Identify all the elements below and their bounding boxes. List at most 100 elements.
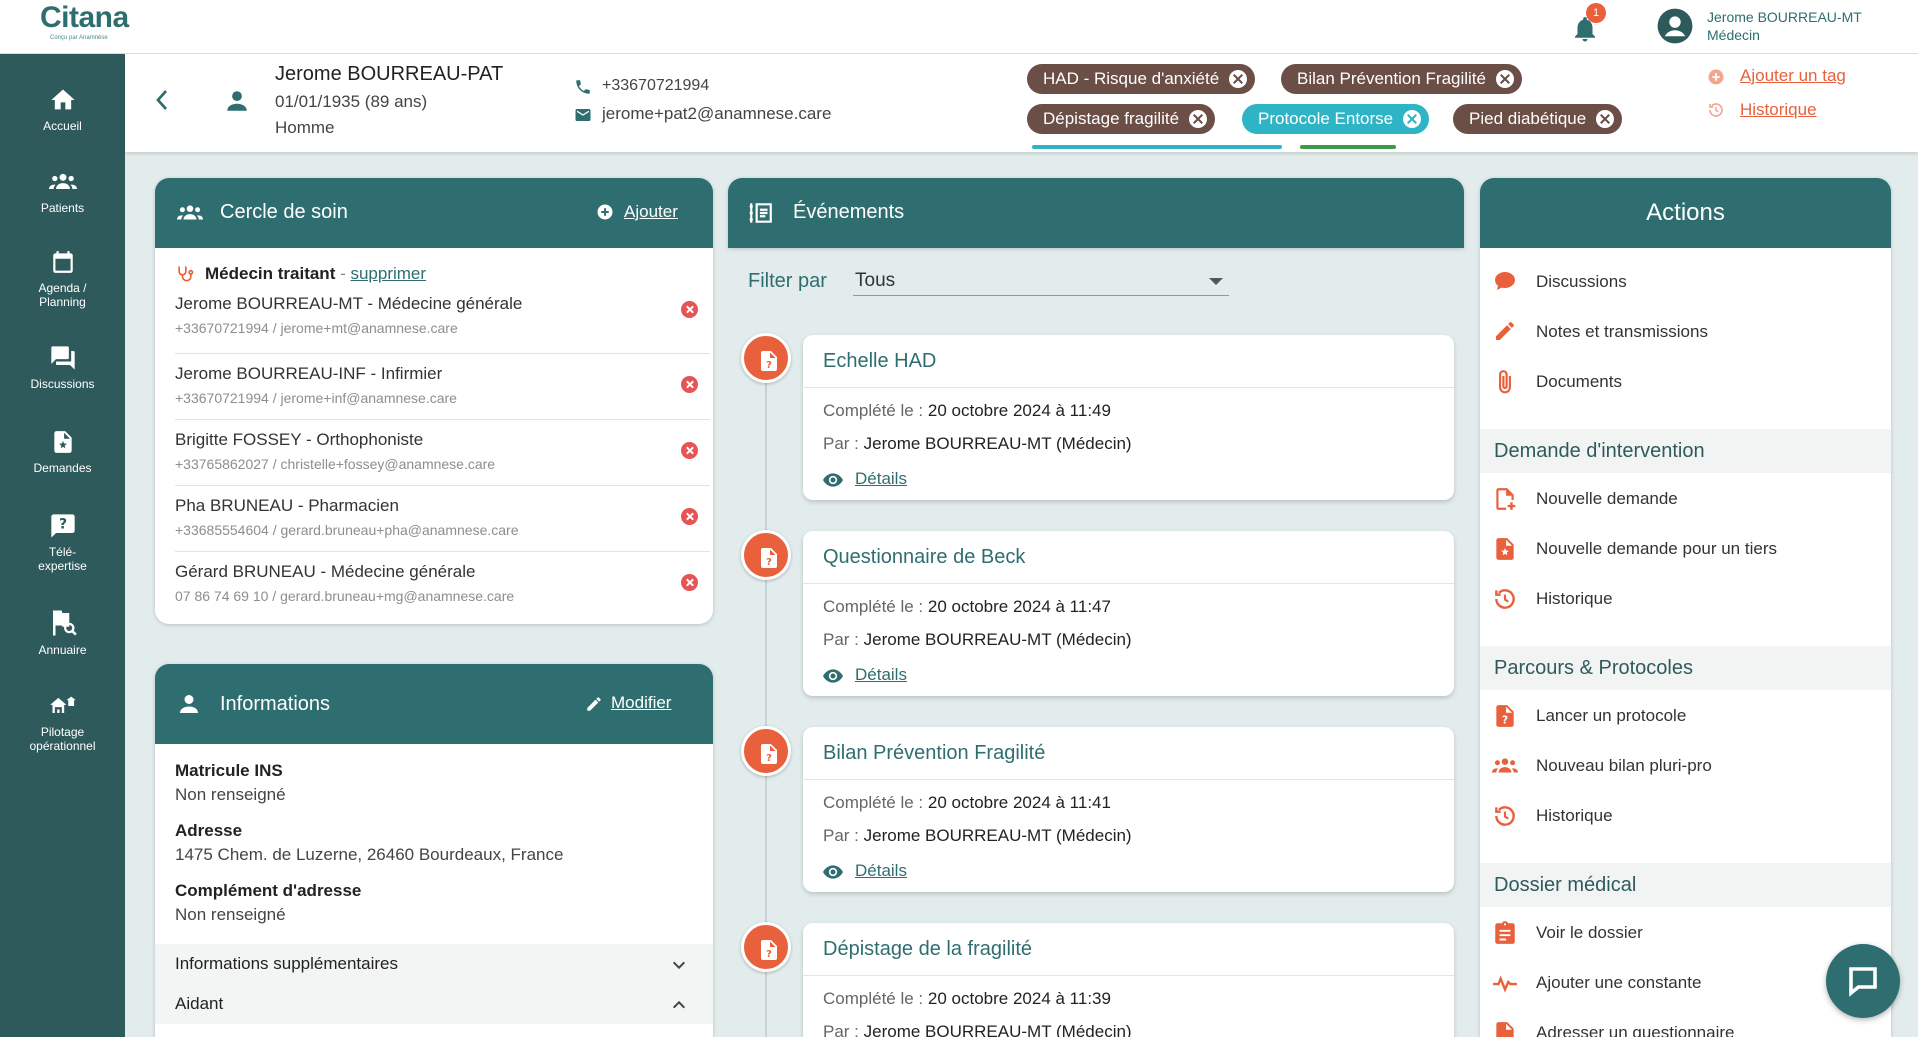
action-label: Voir le dossier <box>1536 923 1643 942</box>
sidebar-item-agenda[interactable]: Agenda / Planning <box>0 248 125 309</box>
sidebar-item-demandes[interactable]: Demandes <box>0 428 125 475</box>
add-care-member-link[interactable]: Ajouter <box>624 202 678 222</box>
care-member-row: Gérard BRUNEAU - Médecine générale 07 86… <box>175 552 710 618</box>
accordion-aidant[interactable]: Aidant <box>155 984 713 1024</box>
sidebar-item-label: Patients <box>40 201 85 215</box>
citana-logo[interactable]: Citana Conçu par Anamnèse <box>40 2 140 50</box>
tag-label: Dépistage fragilité <box>1043 109 1180 128</box>
care-member-name: Brigitte FOSSEY - Orthophoniste <box>175 430 424 449</box>
action-voir-dossier[interactable]: Voir le dossier <box>1492 918 1892 948</box>
care-member-contact: +33670721994 / jerome+mt@anamnese.care <box>175 320 458 336</box>
add-tag-link[interactable]: Ajouter un tag <box>1740 66 1846 86</box>
edit-informations-link[interactable]: Modifier <box>611 693 671 713</box>
tag-label: Protocole Entorse <box>1258 109 1394 128</box>
calendar-icon <box>52 251 73 273</box>
event-separator <box>803 583 1454 584</box>
tag-remove-icon[interactable] <box>1403 110 1422 128</box>
event-date: 20 octobre 2024 à 11:47 <box>927 597 1111 616</box>
section-title: Dossier médical <box>1494 874 1637 896</box>
sidebar-item-label: Demandes <box>33 461 92 475</box>
event-type-badge: ? <box>741 530 791 580</box>
tag-label: Bilan Prévention Fragilité <box>1297 69 1486 88</box>
care-circle-card: Cercle de soin Ajouter Médecin traitant … <box>155 178 713 624</box>
remove-member-icon[interactable] <box>681 442 698 459</box>
event-details-link[interactable]: Détails <box>823 469 907 489</box>
mail-icon <box>574 106 592 129</box>
sidebar-item-teleexpertise[interactable]: ? Télé- expertise <box>0 512 125 573</box>
sidebar-item-accueil[interactable]: Accueil <box>0 86 125 133</box>
sidebar-item-discussions[interactable]: Discussions <box>0 344 125 391</box>
questionnaire-file-icon: ? <box>1496 705 1514 727</box>
remove-treating-link[interactable]: supprimer <box>350 264 426 283</box>
user-name: Jerome BOURREAU-MT <box>1707 9 1862 25</box>
tag-remove-icon[interactable] <box>1189 110 1208 128</box>
event-separator <box>803 387 1454 388</box>
accordion-label: Informations supplémentaires <box>175 954 399 973</box>
sidebar-item-patients[interactable]: Patients <box>0 168 125 215</box>
action-nouvelle-demande-tiers[interactable]: Nouvelle demande pour un tiers <box>1492 534 1892 564</box>
tag-history-link[interactable]: Historique <box>1740 100 1817 120</box>
tag-protocole-entorse[interactable]: Protocole Entorse <box>1242 104 1430 134</box>
tag-had-anxiete[interactable]: HAD - Risque d'anxiété <box>1027 64 1256 94</box>
completed-prefix: Complété le : <box>823 401 928 420</box>
tag-depistage-fragilite[interactable]: Dépistage fragilité <box>1027 104 1216 134</box>
sidebar-item-label-2: opérationnel <box>29 739 96 753</box>
phone-icon <box>574 78 592 101</box>
user-avatar[interactable] <box>1656 7 1694 45</box>
action-historique-parcours[interactable]: Historique <box>1492 801 1892 831</box>
sidebar-item-label: Pilotage <box>40 725 85 739</box>
remove-member-icon[interactable] <box>681 508 698 525</box>
user-circle-icon <box>1657 8 1693 44</box>
sidebar-item-pilotage[interactable]: Pilotage opérationnel <box>0 692 125 753</box>
history-icon <box>1495 589 1515 609</box>
care-member-row: Brigitte FOSSEY - Orthophoniste +3376586… <box>175 420 710 486</box>
tag-remove-icon[interactable] <box>1596 110 1615 128</box>
informations-title: Informations <box>220 693 331 715</box>
accordion-additional-info[interactable]: Informations supplémentaires <box>155 944 713 984</box>
info-label-ins: Matricule INS <box>175 761 283 780</box>
action-lancer-protocole[interactable]: ? Lancer un protocole <box>1492 701 1892 731</box>
action-historique-demandes[interactable]: Historique <box>1492 584 1892 614</box>
sidebar-item-annuaire[interactable]: Annuaire <box>0 608 125 657</box>
action-nouveau-bilan[interactable]: Nouveau bilan pluri-pro <box>1492 751 1892 781</box>
remove-member-icon[interactable] <box>681 376 698 393</box>
action-adresser-questionnaire[interactable]: Adresser un questionnaire <box>1492 1018 1892 1037</box>
support-chat-button[interactable] <box>1826 944 1900 1018</box>
tag-pied-diabetique[interactable]: Pied diabétique <box>1453 104 1623 134</box>
remove-member-icon[interactable] <box>681 301 698 318</box>
sidebar-item-label: Accueil <box>43 119 82 133</box>
event-date: 20 octobre 2024 à 11:39 <box>927 989 1111 1008</box>
remove-member-icon[interactable] <box>681 574 698 591</box>
dropdown-caret-icon <box>1209 278 1223 285</box>
back-button[interactable] <box>150 88 174 117</box>
event-separator <box>803 975 1454 976</box>
timeline-list-icon <box>749 203 772 223</box>
treating-doctor-label: Médecin traitant <box>205 264 336 283</box>
questionnaire-file-icon: ? <box>761 940 777 960</box>
action-label: Adresser un questionnaire <box>1536 1023 1735 1037</box>
patient-name: Jerome BOURREAU-PAT <box>275 63 504 85</box>
action-notes-transmissions[interactable]: Notes et transmissions <box>1492 317 1892 347</box>
chevron-down-icon <box>672 961 686 970</box>
event-details-link[interactable]: Détails <box>823 861 907 881</box>
event-details-link[interactable]: Détails <box>823 665 907 685</box>
patient-phone[interactable]: +33670721994 <box>602 77 709 95</box>
event-filter-select[interactable]: Tous <box>853 264 1229 296</box>
filter-selected-value: Tous <box>855 270 896 291</box>
patient-dob: 01/01/1935 (89 ans) <box>275 92 428 111</box>
patient-email[interactable]: jerome+pat2@anamnese.care <box>602 104 831 124</box>
completed-prefix: Complété le : <box>823 989 928 1008</box>
tag-remove-icon[interactable] <box>1495 70 1514 88</box>
add-circle-icon <box>1707 68 1725 91</box>
action-discussions[interactable]: Discussions <box>1492 267 1892 297</box>
user-role: Médecin <box>1707 27 1760 43</box>
action-nouvelle-demande[interactable]: Nouvelle demande <box>1492 484 1892 514</box>
tag-bilan-prevention[interactable]: Bilan Prévention Fragilité <box>1281 64 1522 94</box>
action-label: Nouvelle demande pour un tiers <box>1536 539 1777 558</box>
tag-remove-icon[interactable] <box>1229 70 1248 88</box>
paperclip-icon <box>1499 370 1511 394</box>
action-label: Notes et transmissions <box>1536 322 1708 341</box>
svg-text:?: ? <box>766 360 772 371</box>
history-icon <box>1495 806 1515 826</box>
action-documents[interactable]: Documents <box>1492 367 1892 397</box>
